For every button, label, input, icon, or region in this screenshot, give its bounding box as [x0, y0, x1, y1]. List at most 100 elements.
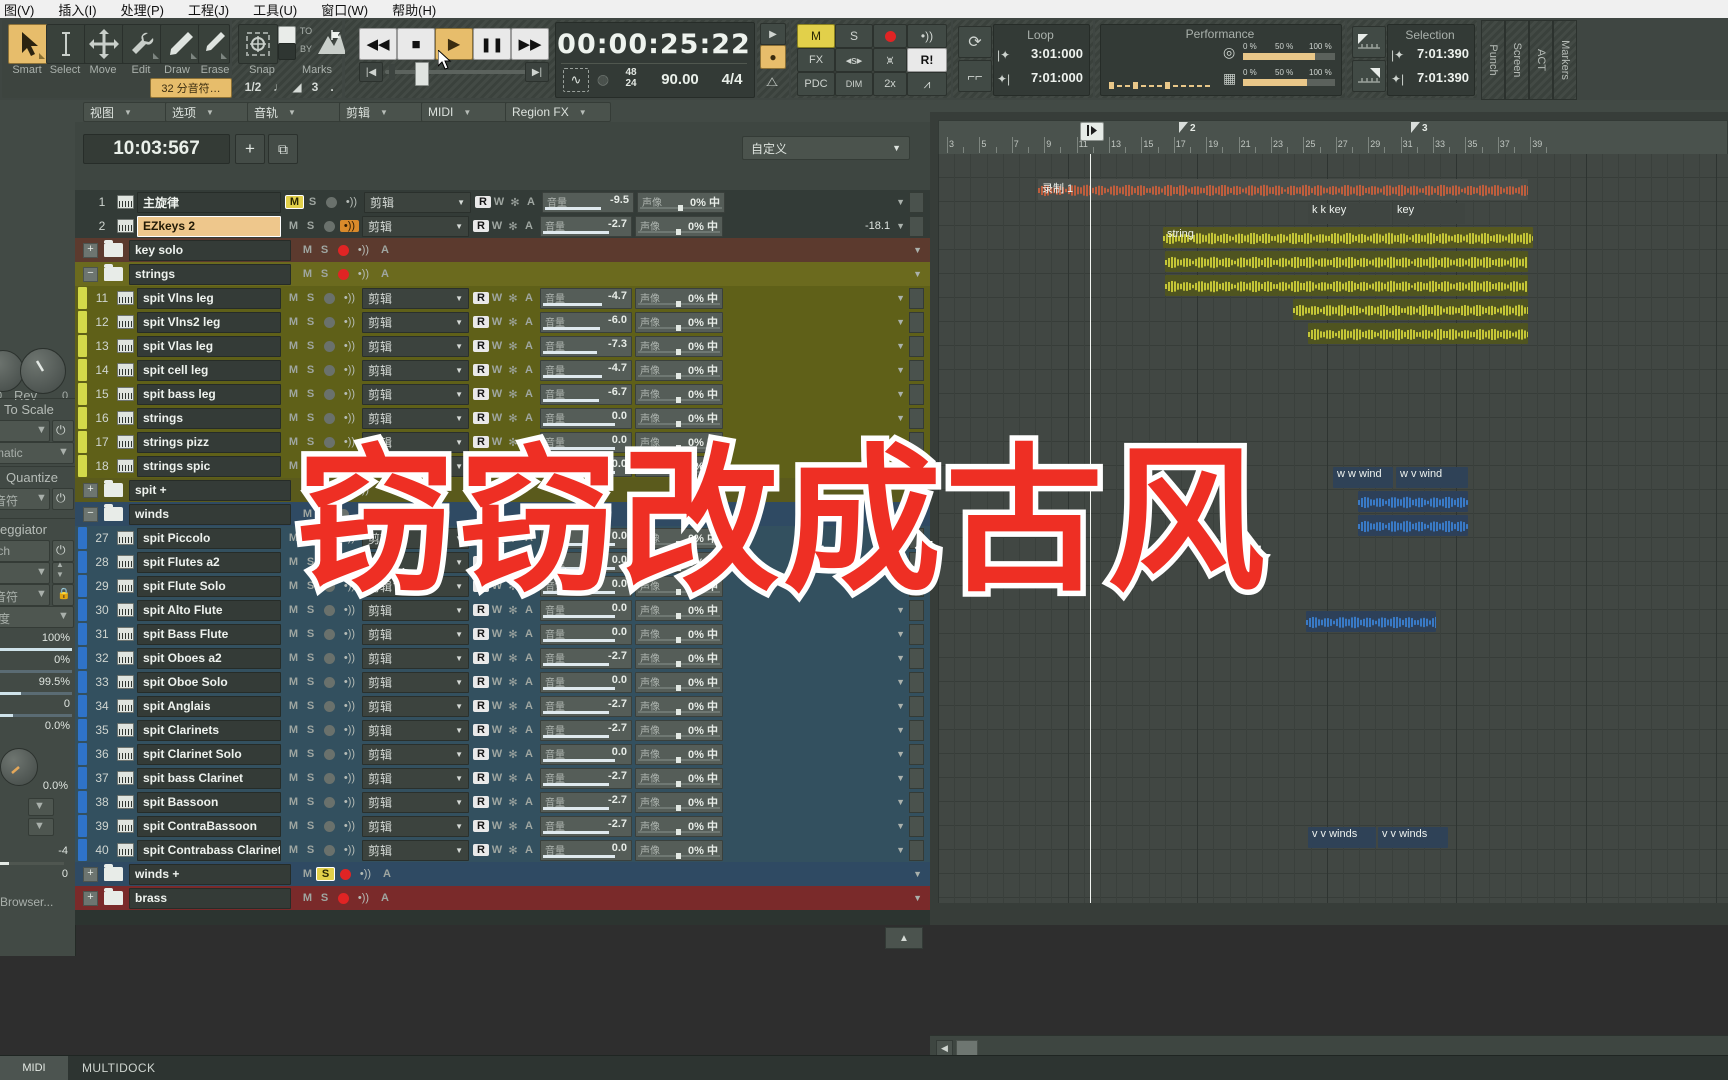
track-pan-control[interactable]: 声像 0% 中: [635, 575, 723, 597]
track-row[interactable]: 14 spit cell leg M S •)) 剪辑 ▼ R W ✻ A 音量 -4.7 声像 0% 中 ▼: [75, 358, 930, 382]
pause-button[interactable]: ❚❚: [473, 28, 511, 60]
clip-lane[interactable]: [938, 370, 1728, 394]
track-solo-button[interactable]: S: [302, 364, 319, 376]
track-row[interactable]: 11 spit Vlns leg M S •)) 剪辑 ▼ R W ✻ A 音量 -4.7 声像 0% 中 ▼: [75, 286, 930, 310]
track-solo-button[interactable]: S: [302, 652, 319, 664]
track-solo-button[interactable]: S: [302, 556, 319, 568]
track-freeze-button[interactable]: ✻: [505, 316, 521, 329]
track-clip-menu[interactable]: 剪辑 ▼: [362, 839, 469, 861]
snap-value[interactable]: 1/2: [236, 78, 270, 96]
track-read-automation[interactable]: R: [473, 220, 489, 232]
track-volume-fader[interactable]: 音量 0.0: [540, 575, 632, 597]
track-read-automation[interactable]: R: [473, 604, 489, 616]
track-clip-menu[interactable]: 剪辑 ▼: [362, 599, 469, 621]
track-record-arm[interactable]: [324, 844, 335, 856]
track-record-arm[interactable]: [324, 580, 335, 592]
horizontal-scroll-thumb[interactable]: [956, 1040, 978, 1056]
track-name[interactable]: spit Vlas leg: [137, 335, 281, 357]
track-name[interactable]: strings: [137, 407, 281, 429]
track-solo-button[interactable]: S: [302, 772, 319, 784]
track-expand-chevron-icon[interactable]: ▼: [896, 293, 905, 303]
clip-lane[interactable]: [938, 490, 1728, 514]
dim-button[interactable]: DIM: [835, 72, 873, 96]
track-clip-menu[interactable]: 剪辑 ▼: [362, 719, 469, 741]
track-name[interactable]: brass: [129, 887, 291, 909]
track-freeze-button[interactable]: ✻: [505, 652, 521, 665]
track-name[interactable]: spit Flutes a2: [137, 551, 281, 573]
track-pan-control[interactable]: 声像 0% 中: [635, 287, 723, 309]
track-freeze-button[interactable]: ✻: [505, 772, 521, 785]
track-mute-button[interactable]: M: [285, 676, 302, 688]
track-row[interactable]: + key solo M S •)) A ▼: [75, 238, 930, 262]
track-solo-button[interactable]: S: [316, 484, 333, 496]
track-mute-button[interactable]: M: [299, 868, 316, 880]
param-slider-3[interactable]: [0, 692, 72, 695]
menu-tracks[interactable]: 音轨 ▼: [247, 102, 349, 122]
track-solo-button[interactable]: S: [302, 220, 319, 232]
track-volume-fader[interactable]: 音量 0.0: [540, 839, 632, 861]
track-freeze-button[interactable]: ✻: [505, 364, 521, 377]
track-mute-button[interactable]: M: [285, 364, 302, 376]
track-expand-chevron-icon[interactable]: ▼: [896, 317, 905, 327]
transport-scrub-thumb[interactable]: [415, 62, 429, 86]
track-row[interactable]: 2 EZkeys 2 M S •)) 剪辑 ▼ R W ✻ A 音量 -2.7 声像 0% 中 -18.1 ▼: [75, 214, 930, 238]
track-row[interactable]: 13 spit Vlas leg M S •)) 剪辑 ▼ R W ✻ A 音量 -7.3 声像 0% 中 ▼: [75, 334, 930, 358]
track-freeze-button[interactable]: ✻: [505, 748, 521, 761]
track-input-echo[interactable]: •)): [340, 220, 359, 232]
track-freeze-button[interactable]: ✻: [505, 724, 521, 737]
track-input-echo[interactable]: •)): [356, 868, 375, 880]
track-mute-button[interactable]: M: [285, 532, 302, 544]
track-expand-chevron-icon[interactable]: ▼: [896, 557, 905, 567]
track-mute-button[interactable]: M: [285, 412, 302, 424]
track-write-automation[interactable]: W: [489, 796, 505, 808]
track-input-echo[interactable]: •)): [340, 772, 359, 784]
track-record-arm[interactable]: [324, 748, 335, 760]
track-input-echo[interactable]: •)): [340, 412, 359, 424]
track-freeze-button[interactable]: ✻: [505, 532, 521, 545]
track-record-arm[interactable]: [338, 244, 349, 256]
rewind-button[interactable]: ◀◀: [359, 28, 397, 60]
track-clip-menu[interactable]: 剪辑 ▼: [362, 455, 469, 477]
track-input-echo[interactable]: •)): [354, 892, 373, 904]
track-expand-chevron-icon[interactable]: ▼: [896, 605, 905, 615]
track-write-automation[interactable]: W: [489, 436, 505, 448]
duplicate-track-button[interactable]: ⧉: [268, 134, 298, 164]
track-name[interactable]: spit Oboes a2: [137, 647, 281, 669]
track-record-arm[interactable]: [324, 412, 335, 424]
track-row[interactable]: 1 主旋律 M S •)) 剪辑 ▼ R W ✻ A 音量 -9.5 声像 0% 中 ▼: [75, 190, 930, 214]
bar-marker-flag[interactable]: [1411, 122, 1420, 133]
metronome-sync-icon[interactable]: ∿: [563, 68, 589, 92]
track-expand-chevron-icon[interactable]: ▼: [896, 197, 905, 207]
track-read-automation[interactable]: R: [473, 580, 489, 592]
track-freeze-button[interactable]: ✻: [505, 580, 521, 593]
clip[interactable]: [1306, 611, 1436, 632]
track-automation-button[interactable]: A: [521, 844, 537, 856]
track-read-automation[interactable]: R: [473, 844, 489, 856]
snap-grid-icon[interactable]: [238, 24, 278, 64]
track-input-echo[interactable]: •)): [340, 748, 359, 760]
track-pan-control[interactable]: 声像 0% 中: [635, 215, 723, 237]
clip-lane[interactable]: [938, 754, 1728, 778]
track-volume-fader[interactable]: 音量 -2.7: [540, 215, 632, 237]
track-clip-menu[interactable]: 剪辑 ▼: [362, 551, 469, 573]
track-freeze-button[interactable]: ✻: [505, 844, 521, 857]
track-automation-button[interactable]: A: [521, 412, 537, 424]
track-input-echo[interactable]: •)): [340, 724, 359, 736]
browser-label[interactable]: Browser...: [0, 895, 53, 909]
track-mute-button[interactable]: M: [285, 796, 302, 808]
track-automation-button[interactable]: A: [521, 724, 537, 736]
track-solo-button[interactable]: S: [302, 748, 319, 760]
selection-start-value[interactable]: 7:01:390: [1405, 46, 1469, 61]
track-volume-fader[interactable]: 音量 0.0: [540, 527, 632, 549]
time-signature-display[interactable]: 4/4: [715, 68, 749, 90]
track-volume-fader[interactable]: 音量 -2.7: [540, 815, 632, 837]
metronome-icon[interactable]: ⧍: [760, 69, 784, 95]
clip[interactable]: [1165, 275, 1528, 296]
track-freeze-button[interactable]: ✻: [505, 820, 521, 833]
track-mute-button[interactable]: M: [285, 700, 302, 712]
track-mute-button[interactable]: M: [285, 388, 302, 400]
track-clip-menu[interactable]: 剪辑 ▼: [362, 671, 469, 693]
track-expand-chevron-icon[interactable]: ▼: [913, 893, 922, 903]
track-clip-menu[interactable]: 剪辑 ▼: [364, 191, 471, 213]
clip-lane[interactable]: [938, 586, 1728, 610]
